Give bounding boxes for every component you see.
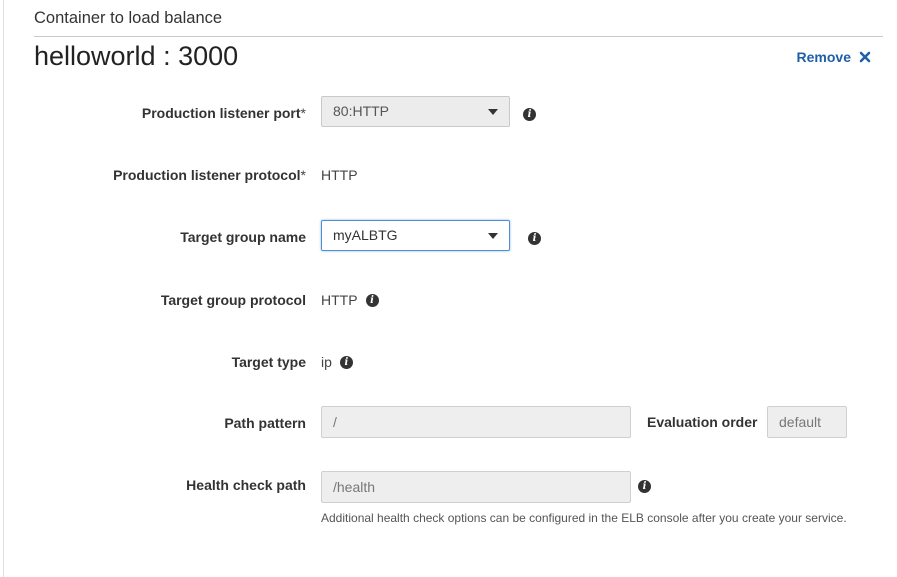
target-group-name-value: myALBTG [333, 227, 398, 243]
listener-port-select[interactable]: 80:HTTP [321, 96, 510, 127]
required-mark: * [300, 105, 306, 121]
target-type-label: Target type [231, 354, 306, 370]
target-group-protocol-value: HTTP i [321, 292, 379, 308]
health-check-path-input[interactable]: /health [321, 471, 631, 503]
info-icon[interactable]: i [339, 355, 353, 369]
path-pattern-input[interactable]: / [321, 406, 631, 438]
info-icon[interactable]: i [528, 232, 541, 245]
container-title: helloworld : 3000 [34, 41, 239, 71]
target-group-name-label: Target group name [180, 229, 306, 245]
section-divider [34, 36, 883, 37]
required-mark: * [300, 167, 306, 183]
chevron-down-icon [488, 109, 498, 115]
chevron-down-icon [488, 233, 498, 239]
remove-label: Remove [796, 49, 851, 65]
health-check-help-text: Additional health check options can be c… [321, 511, 847, 525]
listener-port-label: Production listener port* [141, 105, 306, 121]
info-icon[interactable]: i [638, 480, 651, 493]
evaluation-order-label: Evaluation order [647, 414, 758, 430]
target-group-protocol-label: Target group protocol [160, 292, 306, 308]
target-type-value: ip i [321, 354, 353, 370]
listener-port-value: 80:HTTP [333, 103, 390, 119]
listener-protocol-value: HTTP [321, 167, 358, 183]
evaluation-order-input[interactable]: default [767, 406, 847, 438]
path-pattern-label: Path pattern [224, 415, 306, 431]
listener-protocol-label: Production listener protocol* [113, 167, 306, 183]
target-group-name-select[interactable]: myALBTG [321, 220, 510, 251]
health-check-path-label: Health check path [186, 477, 306, 493]
close-icon [859, 51, 871, 63]
remove-button[interactable]: Remove [797, 49, 871, 65]
info-icon[interactable]: i [523, 108, 536, 121]
info-icon[interactable]: i [365, 293, 379, 307]
section-title: Container to load balance [34, 9, 223, 27]
